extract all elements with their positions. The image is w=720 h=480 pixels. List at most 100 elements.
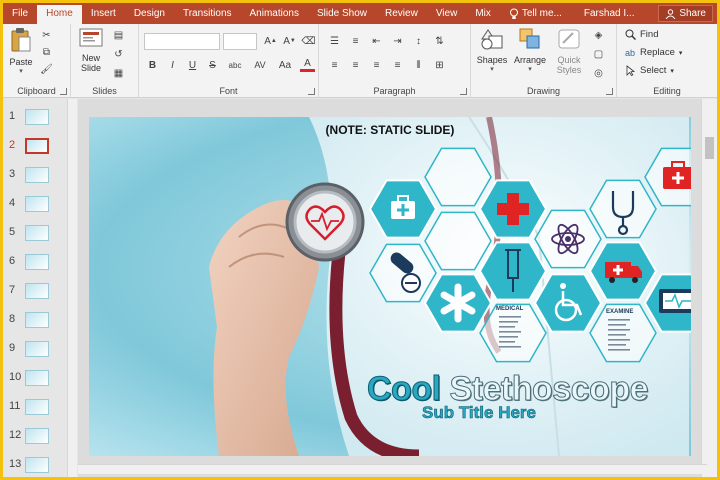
paragraph-label: Paragraph xyxy=(373,86,416,96)
tab-mix[interactable]: Mix xyxy=(466,3,500,24)
find-button[interactable]: Find xyxy=(625,29,658,40)
font-color-button[interactable]: A xyxy=(300,58,315,72)
tab-transitions[interactable]: Transitions xyxy=(174,3,241,24)
user-name[interactable]: Farshad I... xyxy=(575,3,644,24)
horizontal-scrollbar[interactable] xyxy=(78,464,707,474)
font-name-field[interactable] xyxy=(144,33,220,50)
tab-view[interactable]: View xyxy=(427,3,467,24)
tab-slide-show[interactable]: Slide Show xyxy=(308,3,376,24)
slide-thumbnail[interactable]: 10 xyxy=(3,368,65,390)
layout-icon[interactable]: ▤ xyxy=(111,28,126,42)
underline-button[interactable]: U xyxy=(185,58,200,72)
paste-icon xyxy=(11,28,31,52)
clear-format-icon[interactable]: ⌫ xyxy=(301,34,316,48)
thumbnail-scrollbar[interactable] xyxy=(67,99,77,477)
slide-preview xyxy=(25,109,49,125)
strikethrough-button[interactable]: S xyxy=(205,58,220,72)
scrollbar-thumb[interactable] xyxy=(705,137,714,159)
shape-fill-icon[interactable]: ◈ xyxy=(591,28,606,42)
line-spacing-icon[interactable]: ↕ xyxy=(411,34,426,48)
decrease-indent-icon[interactable]: ⇤ xyxy=(369,34,384,48)
arrange-button[interactable]: Arrange ▾ xyxy=(513,27,547,75)
slide-thumbnail[interactable]: 7 xyxy=(3,281,65,303)
quick-styles-button[interactable]: Quick Styles xyxy=(551,27,587,75)
reset-icon[interactable]: ↺ xyxy=(111,47,126,61)
slide-preview xyxy=(25,283,49,299)
italic-button[interactable]: I xyxy=(165,58,180,72)
slide-thumbnail[interactable]: 2 xyxy=(3,136,65,158)
justify-icon[interactable]: ≡ xyxy=(390,58,405,72)
text-line xyxy=(499,326,515,328)
slide-preview xyxy=(25,370,49,386)
slide-subtitle[interactable]: Sub Title Here xyxy=(422,403,537,423)
align-center-icon[interactable]: ≡ xyxy=(348,58,363,72)
stethoscope-chestpiece xyxy=(285,182,365,262)
numbering-icon[interactable]: ≡ xyxy=(348,34,363,48)
slide-preview xyxy=(25,457,49,473)
format-painter-icon[interactable]: 🖌 xyxy=(39,62,54,76)
slide-thumbnail[interactable]: 4 xyxy=(3,194,65,216)
slide-thumbnail[interactable]: 3 xyxy=(3,165,65,187)
tell-me-box[interactable]: Tell me... xyxy=(500,3,571,24)
slide-preview xyxy=(25,196,49,212)
svg-text:ab: ab xyxy=(625,48,635,58)
paragraph-launcher[interactable] xyxy=(460,88,467,95)
font-launcher[interactable] xyxy=(308,88,315,95)
tab-review[interactable]: Review xyxy=(376,3,427,24)
tab-animations[interactable]: Animations xyxy=(241,3,308,24)
slide-number: 11 xyxy=(9,400,21,412)
slide-thumbnail[interactable]: 5 xyxy=(3,223,65,245)
cut-icon[interactable]: ✂ xyxy=(39,28,54,42)
bullets-icon[interactable]: ☰ xyxy=(327,34,342,48)
align-left-icon[interactable]: ≡ xyxy=(327,58,342,72)
paste-button[interactable]: Paste ▾ xyxy=(7,27,35,77)
font-size-field[interactable] xyxy=(223,33,257,50)
slide-thumbnail[interactable]: 11 xyxy=(3,397,65,419)
slide-number: 10 xyxy=(9,371,22,383)
select-button[interactable]: Select ▾ xyxy=(625,65,674,76)
person-icon xyxy=(665,8,676,19)
new-slide-button[interactable]: New Slide xyxy=(75,27,107,73)
slide-thumbnail[interactable]: 1 xyxy=(3,107,65,129)
text-direction-icon[interactable]: ⇅ xyxy=(432,34,447,48)
tab-file[interactable]: File xyxy=(3,3,37,24)
slide-thumbnail[interactable]: 12 xyxy=(3,426,65,448)
slide-thumbnail[interactable]: 8 xyxy=(3,310,65,332)
shapes-button[interactable]: Shapes ▾ xyxy=(475,27,509,75)
align-right-icon[interactable]: ≡ xyxy=(369,58,384,72)
share-label: Share xyxy=(679,8,706,19)
columns-icon[interactable]: ⫴ xyxy=(411,58,426,72)
chevron-down-icon: ▾ xyxy=(490,66,494,73)
slide-thumbnail[interactable]: 9 xyxy=(3,339,65,361)
change-case-button[interactable]: Aa xyxy=(275,58,295,72)
copy-icon[interactable]: ⧉ xyxy=(39,45,54,59)
section-icon[interactable]: ▦ xyxy=(111,66,126,80)
clipboard-launcher[interactable] xyxy=(60,88,67,95)
bold-button[interactable]: B xyxy=(145,58,160,72)
text-line xyxy=(499,346,521,348)
share-button[interactable]: Share xyxy=(658,5,713,22)
slide-number: 12 xyxy=(9,429,22,441)
slide-thumbnail[interactable]: 13 xyxy=(3,455,65,477)
smartart-icon[interactable]: ⊞ xyxy=(432,58,447,72)
slide-thumbnail[interactable]: 6 xyxy=(3,252,65,274)
static-slide-note[interactable]: (NOTE: STATIC SLIDE) xyxy=(89,123,691,137)
slide-preview xyxy=(25,341,49,357)
tab-home[interactable]: Home xyxy=(37,5,82,24)
slide-canvas[interactable]: MEDICAL EXAMINE (NOTE: STATIC SLIDE) Cool… xyxy=(89,117,691,456)
text-line xyxy=(499,336,518,338)
tab-insert[interactable]: Insert xyxy=(82,3,125,24)
lightbulb-icon xyxy=(509,8,518,19)
replace-button[interactable]: ab Replace ▾ xyxy=(625,47,682,58)
shape-effects-icon[interactable]: ◎ xyxy=(591,66,606,80)
shrink-font-icon[interactable]: A ▼ xyxy=(282,34,297,48)
char-spacing-button[interactable]: AV xyxy=(250,58,270,72)
grow-font-icon[interactable]: A ▲ xyxy=(263,34,278,48)
increase-indent-icon[interactable]: ⇥ xyxy=(390,34,405,48)
drawing-launcher[interactable] xyxy=(606,88,613,95)
tab-design[interactable]: Design xyxy=(125,3,174,24)
vertical-scrollbar[interactable] xyxy=(701,99,717,477)
shape-outline-icon[interactable]: ▢ xyxy=(591,47,606,61)
text-shadow-button[interactable]: abc xyxy=(225,58,245,72)
cursor-icon xyxy=(626,65,636,76)
